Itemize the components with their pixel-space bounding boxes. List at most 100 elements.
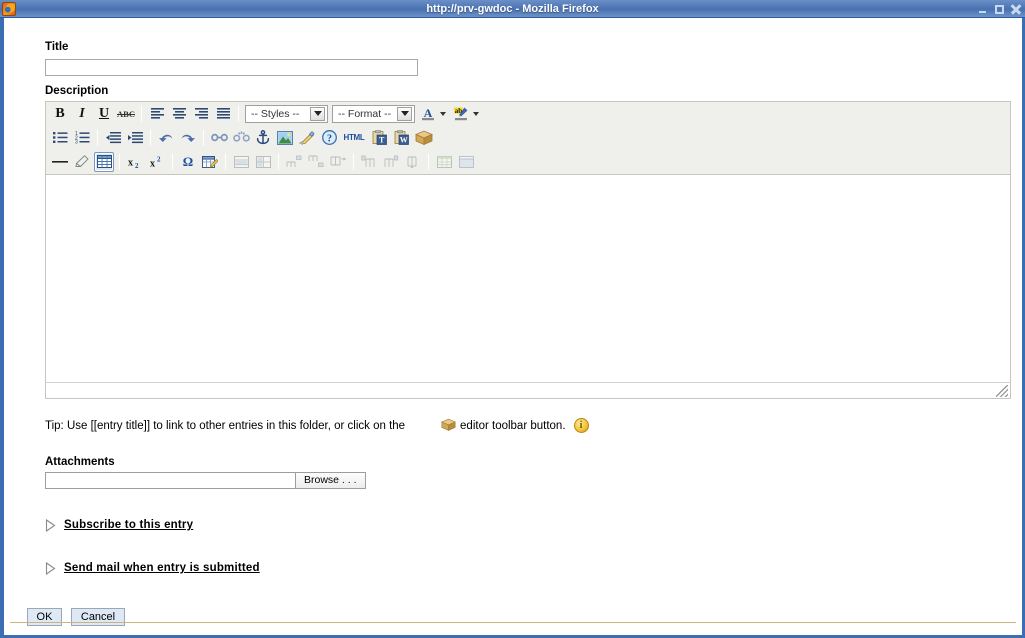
superscript-button[interactable]: x 2 [147,152,167,172]
align-right-button[interactable] [191,104,211,124]
svg-text:T: T [379,136,385,145]
tip-text: Tip: Use [[entry title]] to link to othe… [45,406,1022,446]
paste-as-text-button[interactable]: T [369,128,389,148]
toolbar-separator [203,130,204,146]
format-painter-button[interactable] [297,128,317,148]
numbered-list-button[interactable]: 1 2 3 [72,128,92,148]
editor-toolbars: B I U ABC [46,102,1010,175]
toolbar-separator [353,154,354,170]
insert-entry-link-button[interactable] [413,128,435,148]
merge-cells-button[interactable] [231,152,251,172]
link-button[interactable] [209,128,229,148]
html-source-button[interactable]: HTML [341,128,367,148]
background-color-button[interactable]: ab [451,104,471,124]
outdent-button[interactable] [103,128,123,148]
package-icon [409,406,456,446]
insert-column-after-button[interactable] [381,152,401,172]
format-select[interactable]: -- Format -- [332,105,415,123]
window-title: http://prv-gwdoc - Mozilla Firefox [0,0,1025,18]
svg-text:x: x [128,157,133,168]
send-mail-section-label[interactable]: Send mail when entry is submitted [64,562,260,574]
redo-button[interactable] [178,128,198,148]
maximize-button[interactable] [994,4,1005,15]
align-center-button[interactable] [169,104,189,124]
chevron-down-icon [397,107,412,121]
editor-status-bar [46,383,1010,398]
italic-button[interactable]: I [72,104,92,124]
subscript-button[interactable]: x 2 [125,152,145,172]
editor-resize-grip[interactable] [996,385,1008,397]
indent-button[interactable] [125,128,145,148]
toolbar-separator [141,106,142,122]
delete-row-button[interactable] [328,152,348,172]
unlink-button[interactable] [231,128,251,148]
toolbar-separator [172,154,173,170]
background-color-dropdown-arrow[interactable] [473,112,479,116]
underline-button[interactable]: U [94,104,114,124]
align-justify-button[interactable] [213,104,233,124]
svg-text:W: W [399,136,407,145]
subscribe-section-header[interactable]: Subscribe to this entry [45,519,1022,532]
minimize-button[interactable] [978,4,989,15]
rich-text-editor: B I U ABC [45,101,1011,399]
horizontal-rule-button[interactable] [50,152,70,172]
svg-text:A: A [424,106,433,120]
text-color-button[interactable]: A [418,104,438,124]
window-titlebar: http://prv-gwdoc - Mozilla Firefox [0,0,1025,18]
toolbar-separator [278,154,279,170]
attachment-path-input[interactable] [45,472,295,489]
collapsed-triangle-icon[interactable] [45,562,56,575]
title-input[interactable] [45,59,418,76]
insert-table-button[interactable] [94,152,114,172]
insert-row-before-button[interactable] [284,152,304,172]
anchor-button[interactable] [253,128,273,148]
bulleted-list-button[interactable] [50,128,70,148]
text-color-dropdown-arrow[interactable] [440,112,446,116]
toolbar-separator [238,106,239,122]
toolbar-separator [97,130,98,146]
insert-row-after-button[interactable] [306,152,326,172]
strikethrough-button[interactable]: ABC [116,104,136,124]
toolbar-row-2: 1 2 3 [46,126,1010,150]
cell-properties-button[interactable] [456,152,476,172]
svg-text:x: x [150,158,155,169]
description-editing-area[interactable] [46,175,1010,383]
description-label: Description [45,85,1022,97]
svg-text:?: ? [327,133,332,144]
insert-column-before-button[interactable] [359,152,379,172]
chevron-down-icon [310,107,325,121]
undo-button[interactable] [156,128,176,148]
svg-text:3: 3 [75,140,78,144]
collapsed-triangle-icon[interactable] [45,519,56,532]
attachments-row: Browse . . . [45,472,1022,489]
delete-column-button[interactable] [403,152,423,172]
window-controls [978,0,1021,18]
title-label: Title [45,41,1022,53]
info-icon[interactable]: i [574,418,589,433]
svg-text:2: 2 [135,162,139,169]
toolbar-separator [225,154,226,170]
send-mail-section-header[interactable]: Send mail when entry is submitted [45,562,1022,575]
split-cell-button[interactable] [253,152,273,172]
image-button[interactable] [275,128,295,148]
help-button[interactable]: ? [319,128,339,148]
special-character-button[interactable]: Ω [178,152,198,172]
align-left-button[interactable] [147,104,167,124]
svg-text:2: 2 [157,155,161,163]
page-bottom-rule [10,622,1016,623]
table-properties-button[interactable] [434,152,454,172]
toolbar-separator [119,154,120,170]
paste-from-word-button[interactable]: W [391,128,411,148]
tip-text-before: Tip: Use [[entry title]] to link to othe… [45,420,405,432]
toolbar-row-3: x 2 x 2 Ω [46,150,1010,174]
close-button[interactable] [1010,4,1021,15]
remove-format-button[interactable] [72,152,92,172]
styles-select[interactable]: -- Styles -- [245,105,328,123]
bold-button[interactable]: B [50,104,70,124]
subscribe-section-label[interactable]: Subscribe to this entry [64,519,193,531]
browse-button[interactable]: Browse . . . [295,472,366,489]
edit-table-button[interactable] [200,152,220,172]
browser-window: http://prv-gwdoc - Mozilla Firefox Title… [0,0,1025,638]
page-content: Title Description B I [4,19,1022,635]
format-select-value: -- Format -- [338,108,391,120]
